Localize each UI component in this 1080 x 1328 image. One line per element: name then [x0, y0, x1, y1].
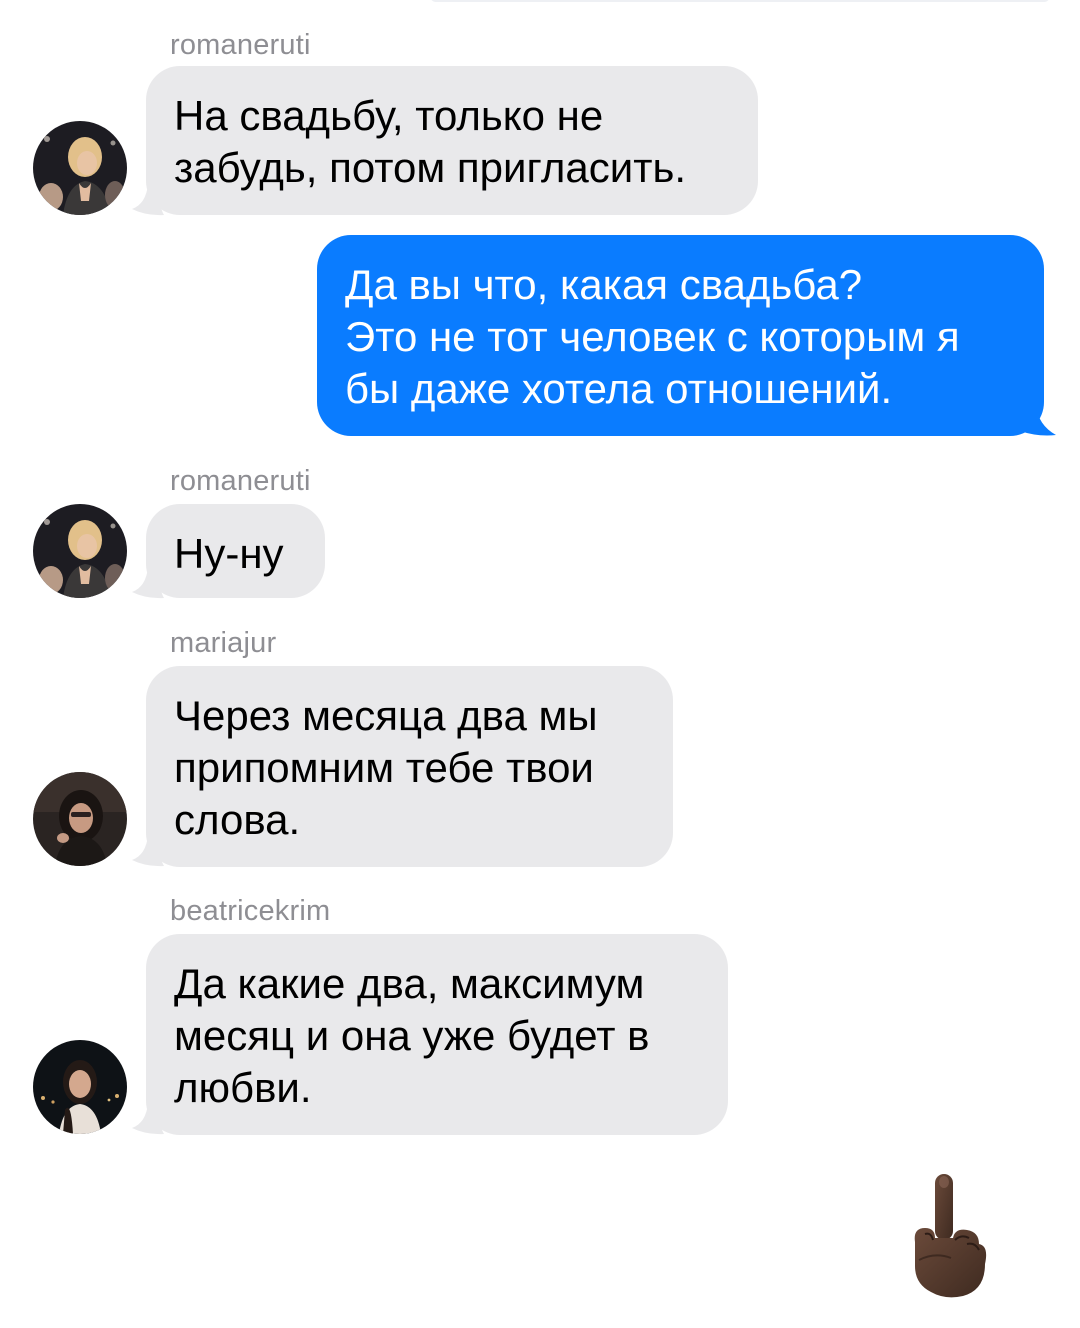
sender-name: beatricekrim — [170, 895, 331, 927]
avatar-photo-icon — [33, 772, 127, 866]
middle-finger-emoji-icon[interactable] — [905, 1168, 995, 1308]
previous-message-bubble-edge — [430, 0, 1050, 2]
message-text-line: Да вы что, какая свадьба? — [345, 261, 863, 308]
message-bubble[interactable]: Ну-ну — [146, 504, 325, 598]
message-text-line: Да какие два, максимум — [174, 960, 645, 1007]
avatar-photo-icon — [33, 121, 127, 215]
avatar[interactable] — [33, 121, 127, 215]
avatar[interactable] — [33, 772, 127, 866]
message-text-line: месяц и она уже будет в — [174, 1012, 650, 1059]
sender-name: romaneruti — [170, 29, 311, 61]
message-text-line: бы даже хотела отношений. — [345, 365, 893, 412]
bubble-tail-outgoing — [1020, 405, 1056, 436]
message-bubble-outgoing[interactable]: Да вы что, какая свадьба? Это не тот чел… — [317, 235, 1044, 436]
message-text-line: Ну-ну — [174, 530, 284, 577]
avatar[interactable] — [33, 1040, 127, 1134]
avatar-photo-icon — [33, 504, 127, 598]
message-bubble[interactable]: На свадьбу, только не забудь, потом приг… — [146, 66, 758, 215]
bubble-tail — [132, 184, 164, 216]
message-text-line: забудь, потом пригласить. — [174, 144, 686, 191]
sender-name: mariajur — [170, 627, 277, 659]
message-bubble[interactable]: Через месяца два мы припомним тебе твои … — [146, 666, 673, 867]
bubble-tail — [132, 1103, 164, 1135]
message-bubble[interactable]: Да какие два, максимум месяц и она уже б… — [146, 934, 728, 1135]
avatar-photo-icon — [33, 1040, 127, 1134]
message-text-line: слова. — [174, 796, 301, 843]
sender-name: romaneruti — [170, 465, 311, 497]
message-text-line: припомним тебе твои — [174, 744, 594, 791]
middle-finger-dark-skin-icon — [914, 1174, 987, 1298]
bubble-tail — [132, 835, 164, 867]
message-text-line: Через месяца два мы — [174, 692, 598, 739]
avatar[interactable] — [33, 504, 127, 598]
message-text-line: Это не тот человек с которым я — [345, 313, 960, 360]
message-text-line: любви. — [174, 1064, 312, 1111]
bubble-tail — [132, 567, 164, 599]
message-text-line: На свадьбу, только не — [174, 92, 604, 139]
